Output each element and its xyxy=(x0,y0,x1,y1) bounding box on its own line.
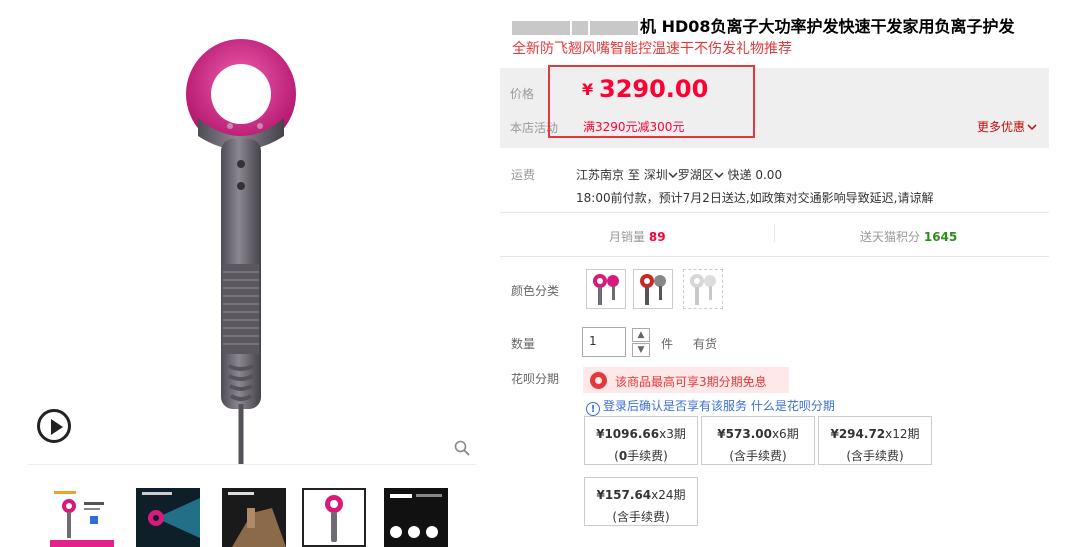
more-promos-label: 更多优惠 xyxy=(976,120,1025,134)
info-icon: ! xyxy=(586,402,600,416)
plan-price: ¥294.72 xyxy=(830,427,886,441)
plan-amount: ¥1096.66x3期 xyxy=(585,425,697,442)
plan-fee: (0手续费) xyxy=(585,447,697,464)
plan-fee-suffix: 手续费) xyxy=(627,449,668,463)
product-title-text: 机 HD08负离子大功率护发快速干发家用负离子护发 xyxy=(640,17,1015,36)
monthly-sales-value: 89 xyxy=(648,230,666,244)
product-title: 机 HD08负离子大功率护发快速干发家用负离子护发 xyxy=(512,13,1015,37)
plan-fee: (含手续费) xyxy=(729,449,787,463)
stock-status: 有货 xyxy=(693,337,718,351)
thumbnail-image xyxy=(136,488,200,547)
divider xyxy=(500,256,1049,257)
installment-plan-3[interactable]: ¥1096.66x3期 (0手续费) xyxy=(584,416,698,465)
product-subtitle: 全新防飞翘风嘴智能控温速干不伤发礼物推荐 xyxy=(512,41,792,57)
installment-plan-24[interactable]: ¥157.64x24期 (含手续费) xyxy=(584,477,698,526)
plan-amount: ¥573.00x6期 xyxy=(702,425,814,442)
monthly-sales-label: 月销量 xyxy=(609,230,646,244)
chevron-down-icon xyxy=(668,172,678,179)
chevron-down-icon xyxy=(714,172,724,179)
stats-divider xyxy=(774,224,775,242)
thumbnail-3[interactable] xyxy=(222,488,286,547)
magnifier-icon[interactable] xyxy=(454,440,470,456)
ship-to-word: 至 xyxy=(627,168,640,182)
huabei-logo-icon xyxy=(590,372,607,389)
huabei-login-note: ! 登录后确认是否享有该服务 什么是花呗分期 xyxy=(586,397,835,416)
main-product-image[interactable] xyxy=(28,14,476,464)
tmall-points-label: 送天猫积分 xyxy=(860,230,921,244)
monthly-sales: 月销量 89 xyxy=(609,228,666,245)
chevron-down-icon xyxy=(1027,124,1037,131)
district-dropdown[interactable]: 罗湖区 xyxy=(678,168,724,182)
plan-fee: (含手续费) xyxy=(612,510,670,524)
shipping-label: 运费 xyxy=(511,168,536,182)
decrease-quantity-button[interactable]: ▼ xyxy=(632,343,650,357)
color-swatch-red-gray[interactable] xyxy=(633,269,673,309)
thumbnail-2[interactable] xyxy=(136,488,200,547)
ship-method: 快递 0.00 xyxy=(727,168,783,182)
installment-plan-12[interactable]: ¥294.72x12期 (含手续费) xyxy=(818,416,932,465)
plan-amount: ¥294.72x12期 xyxy=(819,425,931,442)
color-swatch-silver[interactable] xyxy=(683,269,723,309)
plan-term: x24期 xyxy=(651,488,686,502)
plan-amount: ¥157.64x24期 xyxy=(585,486,697,503)
color-swatch-pink[interactable] xyxy=(586,269,626,309)
blurred-brand-text xyxy=(590,20,638,35)
blurred-brand-text xyxy=(572,20,588,35)
login-note-text: 登录后确认是否享有该服务 xyxy=(603,399,748,413)
price-label: 价格 xyxy=(510,87,535,101)
huabei-banner: 该商品最高可享3期分期免息 xyxy=(583,367,789,393)
play-video-button[interactable] xyxy=(37,409,71,443)
blurred-brand-text xyxy=(512,20,570,35)
color-label: 颜色分类 xyxy=(511,284,560,298)
more-promos-link[interactable]: 更多优惠 xyxy=(977,118,1037,135)
plan-fee: (含手续费) xyxy=(846,449,904,463)
shipping-eta: 18:00前付款，预计7月2日送达,如政策对交通影响导致延迟,请谅解 xyxy=(576,191,934,205)
dryer-red-icon xyxy=(640,274,666,305)
increase-quantity-button[interactable]: ▲ xyxy=(632,328,650,342)
huabei-label: 花呗分期 xyxy=(511,372,560,386)
tmall-points-value: 1645 xyxy=(923,230,958,244)
installment-plan-6[interactable]: ¥573.00x6期 (含手续费) xyxy=(701,416,815,465)
dryer-silver-icon xyxy=(690,274,716,305)
huabei-banner-text: 该商品最高可享3期分期免息 xyxy=(615,375,767,389)
quantity-input[interactable]: 1 xyxy=(582,327,626,357)
shipping-route: 江苏南京 至 深圳 罗湖区 快递 0.00 xyxy=(576,166,782,183)
divider xyxy=(500,212,1049,213)
tmall-points: 送天猫积分 1645 xyxy=(860,228,957,245)
quantity-unit: 件 xyxy=(661,337,674,351)
ship-from: 江苏南京 xyxy=(576,168,625,182)
plan-fee-bold: 0 xyxy=(618,449,628,463)
thumbnail-5[interactable] xyxy=(384,488,448,547)
plan-price: ¥1096.66 xyxy=(596,427,660,441)
plan-term: x3期 xyxy=(659,427,686,441)
gallery-divider xyxy=(28,464,476,465)
thumbnail-image xyxy=(304,490,364,545)
thumbnail-image xyxy=(222,488,286,547)
quantity-label: 数量 xyxy=(511,337,536,351)
thumbnail-image xyxy=(50,488,114,547)
district-name: 罗湖区 xyxy=(677,168,714,182)
thumbnail-image xyxy=(384,488,448,547)
city-dropdown[interactable]: 深圳 xyxy=(644,168,678,182)
hair-dryer-image xyxy=(186,39,296,464)
product-gallery xyxy=(0,0,500,547)
thumbnail-4[interactable] xyxy=(302,488,366,547)
city-name: 深圳 xyxy=(643,168,668,182)
thumbnail-1[interactable] xyxy=(50,488,114,547)
plan-term: x6期 xyxy=(771,427,799,441)
what-is-huabei-link[interactable]: 什么是花呗分期 xyxy=(751,399,835,413)
plan-price: ¥573.00 xyxy=(717,427,772,441)
plan-term: x12期 xyxy=(885,427,920,441)
plan-price: ¥157.64 xyxy=(596,488,652,502)
price-highlight-box xyxy=(548,65,755,138)
dryer-pink-icon xyxy=(593,274,619,305)
